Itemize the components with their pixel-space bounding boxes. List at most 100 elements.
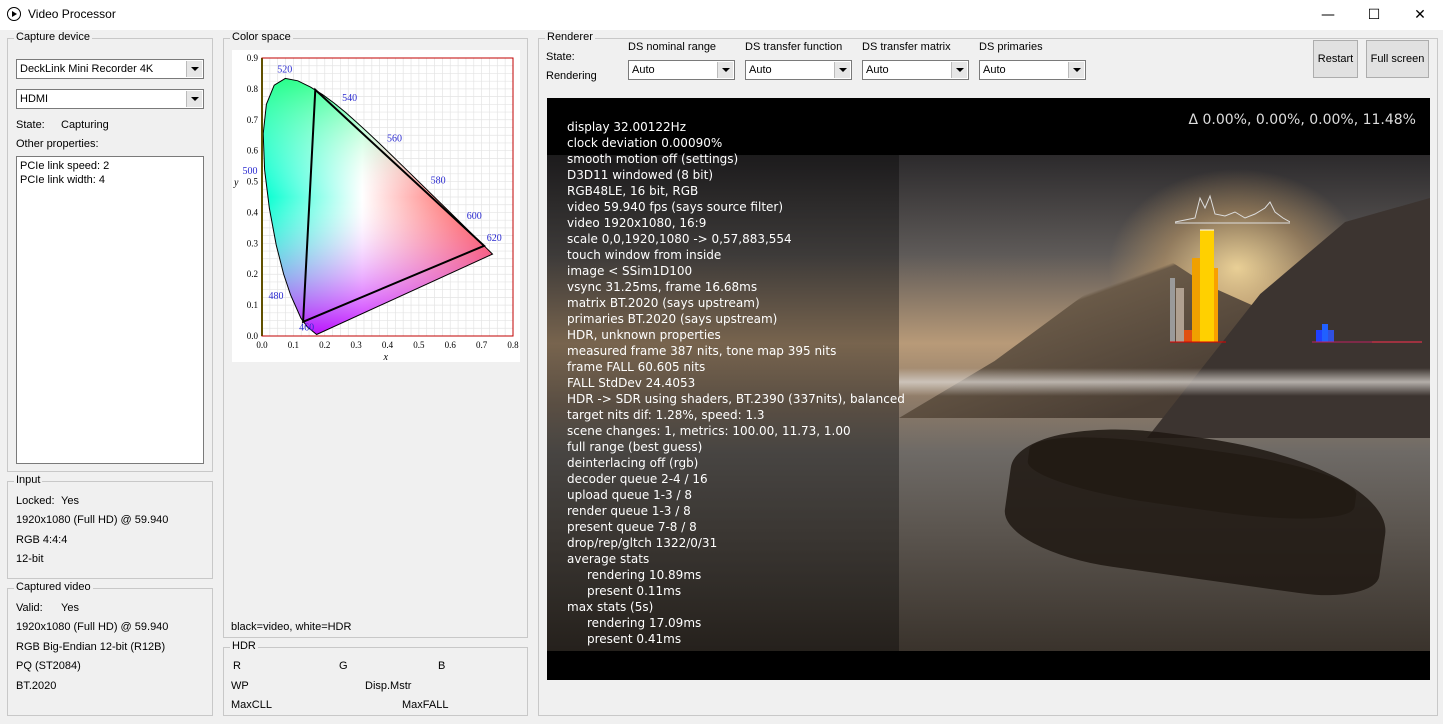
ds-primaries-label: DS primaries <box>979 41 1043 53</box>
gamut-bar-graph <box>1312 324 1422 343</box>
renderer-state-label: State: <box>546 51 575 63</box>
other-properties-label: Other properties: <box>16 138 99 150</box>
osd-stat-line: deinterlacing off (rgb) <box>567 456 699 470</box>
osd-stat-line: clock deviation 0.00090% <box>567 136 723 150</box>
input-resolution: 1920x1080 (Full HD) @ 59.940 <box>16 514 169 526</box>
osd-stat-line: render queue 1-3 / 8 <box>567 504 691 518</box>
y-tick-label: 0.8 <box>247 84 259 94</box>
hdr-wp-label: WP <box>231 680 249 692</box>
x-tick-label: 0.5 <box>413 340 425 350</box>
chevron-down-icon <box>186 61 202 77</box>
osd-stat-line: display 32.00122Hz <box>567 120 687 134</box>
y-tick-label: 0.0 <box>247 331 259 341</box>
capture-device-select[interactable]: DeckLink Mini Recorder 4K <box>16 59 204 79</box>
input-bit-depth: 12-bit <box>16 553 44 565</box>
input-locked-label: Locked: <box>16 495 55 507</box>
capture-state-value: Capturing <box>61 119 109 131</box>
ds-transfer-function-select[interactable]: Auto <box>745 60 852 80</box>
hdr-r-label: R <box>233 660 241 672</box>
ds-transfer-function-label: DS transfer function <box>745 41 843 53</box>
osd-stat-line: HDR, unknown properties <box>567 328 721 342</box>
x-tick-label: 0.2 <box>319 340 330 350</box>
y-tick-label: 0.6 <box>247 146 259 156</box>
ds-nominal-range-value: Auto <box>632 64 655 76</box>
x-axis-label: x <box>383 352 389 362</box>
video-display[interactable]: Δ 0.00%, 0.00%, 0.00%, 11.48% display 32… <box>547 98 1430 680</box>
maximize-button[interactable]: ☐ <box>1351 0 1397 30</box>
list-item: PCIe link speed: 2 <box>20 160 110 172</box>
osd-stat-line: drop/rep/gltch 1322/0/31 <box>567 536 718 550</box>
luminance-histogram <box>1175 194 1290 224</box>
captured-valid-label: Valid: <box>16 602 43 614</box>
minimize-button[interactable]: — <box>1305 0 1351 30</box>
close-button[interactable]: ✕ <box>1397 0 1443 30</box>
capture-input-value: HDMI <box>20 93 49 105</box>
renderer-state-value: Rendering <box>546 70 597 82</box>
full-screen-button[interactable]: Full screen <box>1366 40 1429 78</box>
chevron-down-icon <box>834 62 850 78</box>
osd-stat-line: primaries BT.2020 (says upstream) <box>567 312 778 326</box>
wavelength-label: 480 <box>269 291 284 302</box>
ds-nominal-range-select[interactable]: Auto <box>628 60 735 80</box>
osd-stat-line: scene changes: 1, metrics: 100.00, 11.73… <box>567 424 851 438</box>
chevron-down-icon <box>951 62 967 78</box>
hdr-maxfall-label: MaxFALL <box>402 699 449 711</box>
osd-stat-line: average stats <box>567 552 650 566</box>
osd-stat-line: decoder queue 2-4 / 16 <box>567 472 708 486</box>
title-bar: Video Processor — ☐ ✕ <box>0 0 1443 30</box>
window-title: Video Processor <box>28 7 116 21</box>
x-tick-label: 0.7 <box>476 340 488 350</box>
hdr-maxcll-label: MaxCLL <box>231 699 272 711</box>
y-tick-label: 0.2 <box>247 269 258 279</box>
y-tick-label: 0.1 <box>247 300 258 310</box>
color-space-title: Color space <box>230 31 293 43</box>
osd-stat-line: present 0.11ms <box>587 584 682 598</box>
ds-transfer-matrix-value: Auto <box>866 64 889 76</box>
x-tick-label: 0.3 <box>351 340 363 350</box>
osd-stat-line: present queue 7-8 / 8 <box>567 520 697 534</box>
chevron-down-icon <box>186 91 202 107</box>
osd-stat-line: upload queue 1-3 / 8 <box>567 488 692 502</box>
osd-stat-line: scale 0,0,1920,1080 -> 0,57,883,554 <box>567 232 792 246</box>
osd-stat-line: rendering 17.09ms <box>587 616 702 630</box>
capture-state-label: State: <box>16 119 45 131</box>
wavelength-label: 560 <box>387 133 402 144</box>
osd-stat-line: max stats (5s) <box>567 600 654 614</box>
ds-transfer-function-value: Auto <box>749 64 772 76</box>
x-tick-label: 0.4 <box>382 340 394 350</box>
input-locked-value: Yes <box>61 495 79 507</box>
ds-transfer-matrix-select[interactable]: Auto <box>862 60 969 80</box>
captured-format: RGB Big-Endian 12-bit (R12B) <box>16 641 166 653</box>
osd-stat-line: full range (best guess) <box>567 440 703 454</box>
nits-bar-graph <box>1170 229 1226 343</box>
osd-stat-line: matrix BT.2020 (says upstream) <box>567 296 760 310</box>
ds-transfer-matrix-label: DS transfer matrix <box>862 41 951 53</box>
osd-stat-line: video 59.940 fps (says source filter) <box>567 200 784 214</box>
list-item: PCIe link width: 4 <box>20 174 105 186</box>
restart-button[interactable]: Restart <box>1313 40 1358 78</box>
properties-list[interactable]: PCIe link speed: 2 PCIe link width: 4 <box>16 156 204 464</box>
capture-input-select[interactable]: HDMI <box>16 89 204 109</box>
wavelength-label: 460 <box>299 323 314 334</box>
hdr-title: HDR <box>230 640 258 652</box>
captured-transfer: PQ (ST2084) <box>16 660 81 672</box>
osd-stat-line: target nits dif: 1.28%, speed: 1.3 <box>567 408 765 422</box>
hdr-b-label: B <box>438 660 446 672</box>
osd-stat-line: RGB48LE, 16 bit, RGB <box>567 184 699 198</box>
chevron-down-icon <box>1068 62 1084 78</box>
renderer-title: Renderer <box>545 31 595 43</box>
ds-primaries-select[interactable]: Auto <box>979 60 1086 80</box>
video-surf <box>899 368 1430 396</box>
ds-nominal-range-label: DS nominal range <box>628 41 717 53</box>
delta-readout: Δ 0.00%, 0.00%, 0.00%, 11.48% <box>1188 112 1416 128</box>
osd-stat-line: smooth motion off (settings) <box>567 152 739 166</box>
captured-valid-value: Yes <box>61 602 79 614</box>
x-tick-label: 0.1 <box>288 340 299 350</box>
ds-primaries-value: Auto <box>983 64 1006 76</box>
osd-stat-line: present 0.41ms <box>587 632 682 646</box>
y-tick-label: 0.3 <box>247 238 259 248</box>
osd-stat-line: video 1920x1080, 16:9 <box>567 216 707 230</box>
hdr-disp-mstr-label: Disp.Mstr <box>365 680 412 692</box>
osd-stat-line: measured frame 387 nits, tone map 395 ni… <box>567 344 837 358</box>
y-tick-label: 0.5 <box>247 177 259 187</box>
